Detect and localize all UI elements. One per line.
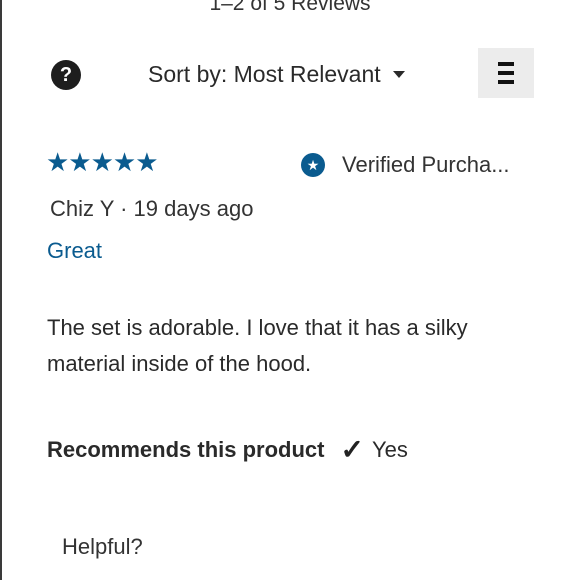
- verified-label: Verified Purcha...: [342, 152, 510, 177]
- menu-bar: [498, 80, 514, 84]
- verified-purchase: ★ Verified Purcha...: [301, 152, 510, 178]
- sort-dropdown[interactable]: Sort by: Most Relevant: [148, 61, 405, 88]
- review-count: 1–2 of 5 Reviews: [209, 0, 371, 15]
- star-rating: ★★★★★: [46, 147, 159, 177]
- help-icon[interactable]: ?: [51, 60, 81, 90]
- recommend-row: Recommends this product ✓ Yes: [47, 436, 408, 464]
- menu-button[interactable]: [478, 48, 534, 98]
- review-body: The set is adorable. I love that it has …: [47, 315, 468, 376]
- menu-bar: [498, 71, 514, 75]
- sort-label: Sort by: Most Relevant: [148, 61, 381, 87]
- checkmark-icon: ✓: [340, 434, 364, 465]
- menu-bar: [498, 62, 514, 66]
- left-border: [0, 0, 2, 580]
- recommend-value: Yes: [371, 437, 408, 462]
- star-badge-icon: ★: [301, 153, 325, 177]
- review-title: Great: [47, 238, 103, 263]
- helpful-label: Helpful?: [62, 534, 143, 559]
- recommend-label: Recommends this product: [47, 437, 325, 462]
- review-author-date: Chiz Y · 19 days ago: [50, 196, 254, 221]
- chevron-down-icon: [392, 71, 405, 78]
